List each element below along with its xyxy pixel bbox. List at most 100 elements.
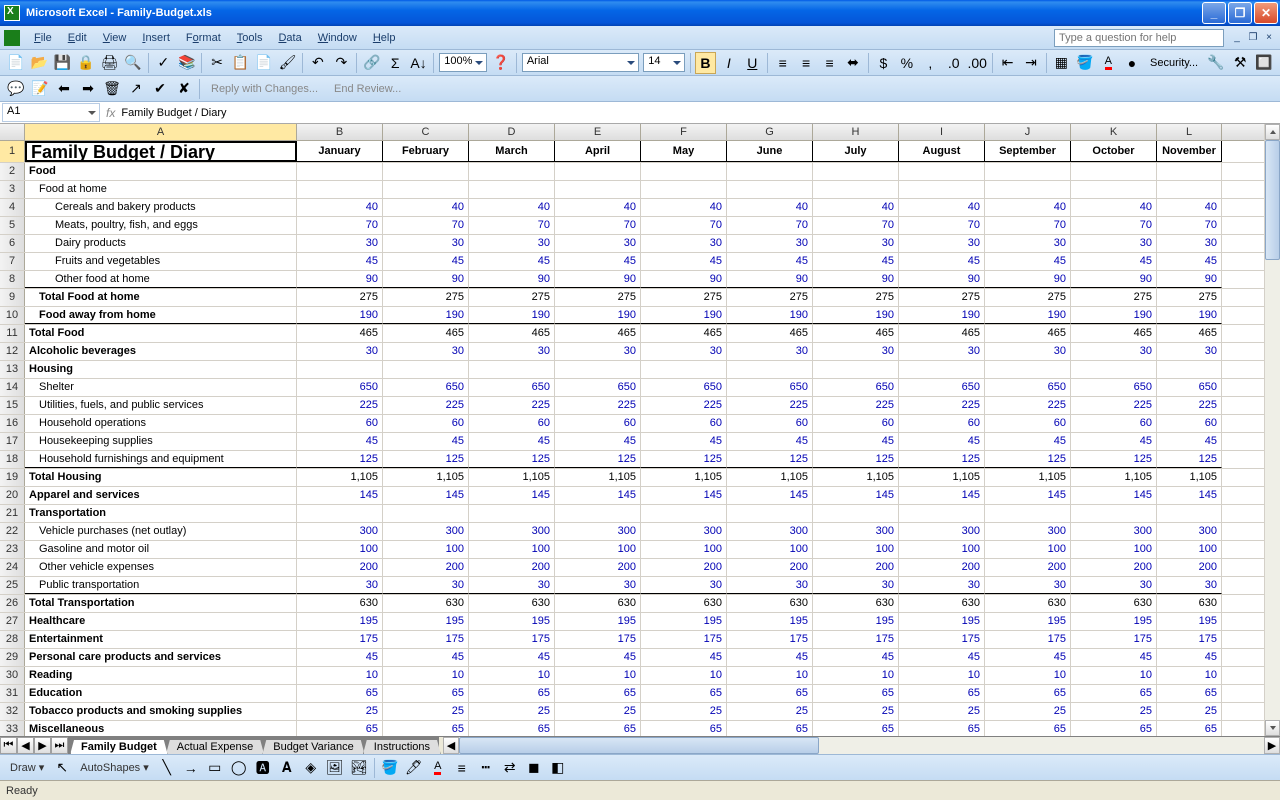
row-header[interactable]: 24 [0,559,25,576]
row-header[interactable]: 33 [0,721,25,736]
scroll-up-icon[interactable] [1265,124,1280,140]
cell[interactable]: Total Transportation [25,595,297,612]
cell[interactable]: 650 [813,379,899,396]
cell[interactable]: 65 [383,685,469,702]
autosum-icon[interactable]: Σ [384,52,405,74]
cell[interactable]: 145 [985,487,1071,504]
cell[interactable]: 25 [555,703,641,720]
cell[interactable]: 145 [813,487,899,504]
cell[interactable] [727,361,813,378]
cell[interactable]: 45 [469,433,555,450]
cell[interactable]: 60 [297,415,383,432]
cell[interactable]: 1,105 [383,469,469,486]
cell[interactable]: 30 [1071,343,1157,360]
cell[interactable]: 25 [899,703,985,720]
cell[interactable]: 60 [1071,415,1157,432]
cell[interactable]: 45 [383,433,469,450]
cell[interactable]: 65 [469,685,555,702]
cell[interactable]: 300 [641,523,727,540]
cell[interactable] [641,505,727,522]
cell[interactable] [1157,181,1222,198]
col-header-J[interactable]: J [985,124,1071,140]
maximize-button[interactable]: ❐ [1228,2,1252,24]
cell[interactable]: 300 [1071,523,1157,540]
cell[interactable]: 65 [1071,721,1157,736]
draw-menu[interactable]: Draw ▾ [4,759,50,776]
line-icon[interactable]: ╲ [156,757,178,779]
cell[interactable]: 65 [641,721,727,736]
cell[interactable]: 1,105 [813,469,899,486]
cell[interactable] [297,361,383,378]
cell[interactable]: 125 [555,451,641,468]
cell[interactable]: 300 [1157,523,1222,540]
cell[interactable]: 65 [813,721,899,736]
cell[interactable] [1071,361,1157,378]
scroll-down-icon[interactable] [1265,720,1280,736]
cell[interactable]: 145 [555,487,641,504]
column-headers[interactable]: ABCDEFGHIJKL [0,124,1264,141]
cell[interactable]: 30 [469,235,555,252]
cell[interactable] [985,163,1071,180]
cell[interactable]: 100 [899,541,985,558]
menu-window[interactable]: Window [310,29,365,47]
clipart-icon[interactable]: 🖼 [324,757,346,779]
dec-indent-icon[interactable]: ⇤ [997,52,1018,74]
new-icon[interactable]: 📄 [5,52,26,74]
cell[interactable]: 190 [469,307,555,324]
cell[interactable] [641,163,727,180]
cell[interactable]: 190 [1157,307,1222,324]
track-icon[interactable]: ↗ [125,78,147,100]
cell[interactable]: January [297,141,383,162]
cell[interactable]: November [1157,141,1222,162]
end-review-button[interactable]: End Review... [328,81,407,97]
cell[interactable]: 30 [1157,235,1222,252]
cell[interactable]: 45 [985,253,1071,270]
cell[interactable]: 30 [383,235,469,252]
cell[interactable]: 90 [727,271,813,288]
cell[interactable] [985,181,1071,198]
cell[interactable]: 650 [1157,379,1222,396]
cell[interactable]: 70 [555,217,641,234]
cell[interactable]: Vehicle purchases (net outlay) [25,523,297,540]
cell[interactable]: 60 [555,415,641,432]
cell[interactable]: 70 [727,217,813,234]
row-header[interactable]: 25 [0,577,25,594]
cell[interactable]: 70 [641,217,727,234]
cell[interactable] [469,181,555,198]
cell[interactable] [297,163,383,180]
tab-instructions[interactable]: Instructions [363,740,441,754]
cell[interactable]: 275 [641,289,727,306]
show-comments-icon[interactable]: 💬 [5,78,27,100]
copy-icon[interactable]: 📋 [230,52,251,74]
cell[interactable]: 1,105 [1071,469,1157,486]
row-header[interactable]: 16 [0,415,25,432]
cell[interactable] [383,361,469,378]
cell[interactable]: Apparel and services [25,487,297,504]
row-header[interactable]: 31 [0,685,25,702]
cell[interactable]: June [727,141,813,162]
cell[interactable]: 465 [727,325,813,342]
cell[interactable]: 1,105 [899,469,985,486]
cell[interactable]: 10 [985,667,1071,684]
cell[interactable] [1071,181,1157,198]
cell[interactable]: 195 [469,613,555,630]
cell[interactable]: 30 [899,343,985,360]
cell[interactable]: 70 [297,217,383,234]
cell[interactable]: 65 [469,721,555,736]
picture-icon[interactable]: 🏞 [348,757,370,779]
cell[interactable]: Total Food at home [25,289,297,306]
cell[interactable]: 225 [813,397,899,414]
cell[interactable]: 100 [1071,541,1157,558]
cell[interactable]: 65 [813,685,899,702]
oval-icon[interactable]: ◯ [228,757,250,779]
cell[interactable]: 30 [985,235,1071,252]
cell[interactable]: 650 [899,379,985,396]
cell[interactable]: April [555,141,641,162]
cell[interactable]: 1,105 [297,469,383,486]
row-header[interactable]: 23 [0,541,25,558]
cell[interactable] [813,505,899,522]
redo-icon[interactable]: ↷ [331,52,352,74]
row-header[interactable]: 7 [0,253,25,270]
cell[interactable] [727,163,813,180]
cell[interactable]: 30 [727,343,813,360]
